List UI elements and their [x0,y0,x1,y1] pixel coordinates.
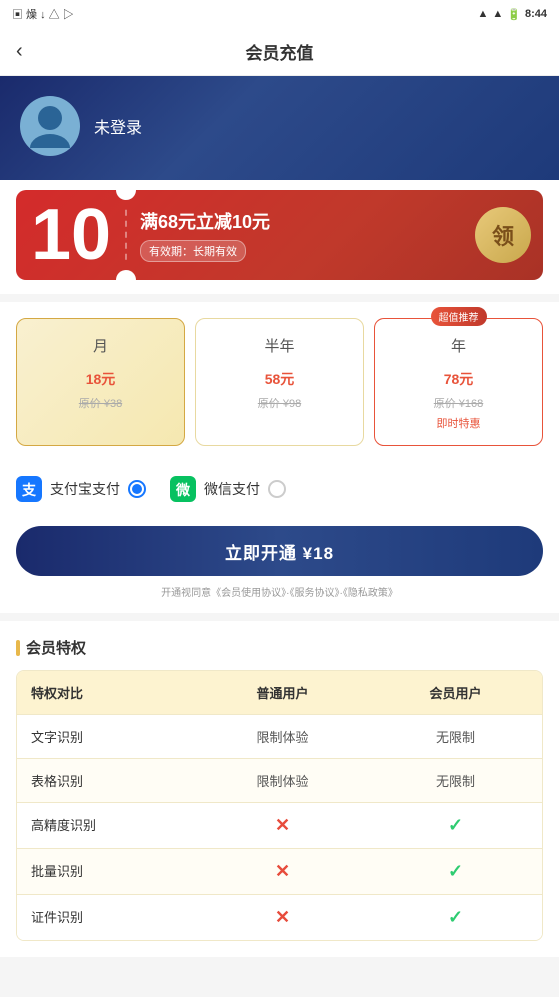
normal-value: ✕ [196,803,369,848]
cta-section: 立即开通 ¥18 开通视同意《会员使用协议》·《服务协议》·《隐私政策》 [0,516,559,613]
app-icons: ▣ 燥 ↓ △ ▷ [12,6,74,22]
page-header: ‹ 会员充值 [0,28,559,76]
cross-icon: ✕ [275,815,290,835]
status-right-info: ▲ ▲ 🔋 8:44 [477,8,547,21]
plans-row: 月 18元 原价 ¥38 半年 58元 原价 ¥98 超值推荐 年 78元 原价… [16,318,543,446]
plan-year-period: 年 [385,335,532,356]
feature-label: 文字识别 [17,715,196,758]
payment-section: 支 支付宝支付 微 微信支付 [0,462,559,516]
status-left-icons: ▣ 燥 ↓ △ ▷ [12,6,74,22]
svg-text:微: 微 [175,482,191,498]
alipay-option[interactable]: 支 支付宝支付 [16,476,146,502]
wechat-label: 微信支付 [204,479,260,499]
normal-value: 限制体验 [196,759,369,802]
plan-halfyear[interactable]: 半年 58元 原价 ¥98 [195,318,364,446]
coupon-amount-area: 10 [16,199,126,271]
check-icon: ✓ [448,815,463,835]
check-icon: ✓ [448,907,463,927]
wechat-icon: 微 [170,476,196,502]
wechat-radio[interactable] [268,480,286,498]
table-row: 高精度识别 ✕ ✓ [17,803,542,849]
vip-value: 无限制 [369,759,542,802]
plan-year[interactable]: 超值推荐 年 78元 原价 ¥168 即时特惠 [374,318,543,446]
claim-button[interactable]: 领 [475,207,531,263]
user-section: 未登录 [0,76,559,180]
feature-label: 表格识别 [17,759,196,802]
table-row: 证件识别 ✕ ✓ [17,895,542,940]
col-header-vip: 会员用户 [369,671,542,714]
svg-text:支: 支 [21,482,37,498]
plan-month-original: 原价 ¥38 [27,395,174,411]
coupon-info: 满68元立减10元 有效期：长期有效 [126,200,463,270]
privileges-section: 会员特权 特权对比 普通用户 会员用户 文字识别 限制体验 无限制 表格识别 限… [0,621,559,957]
back-button[interactable]: ‹ [16,40,23,63]
page-title: 会员充值 [246,39,314,64]
plan-month[interactable]: 月 18元 原价 ¥38 [16,318,185,446]
coupon-card[interactable]: 10 满68元立减10元 有效期：长期有效 领 [16,190,543,280]
privileges-table: 特权对比 普通用户 会员用户 文字识别 限制体验 无限制 表格识别 限制体验 无… [16,670,543,941]
plan-year-original: 原价 ¥168 [385,395,532,411]
cta-agreement: 开通视同意《会员使用协议》·《服务协议》·《隐私政策》 [16,584,543,599]
vip-value: 无限制 [369,715,542,758]
col-header-feature: 特权对比 [17,671,196,714]
recommended-badge: 超值推荐 [431,307,487,326]
feature-label: 高精度识别 [17,803,196,848]
privileges-title: 会员特权 [16,637,543,658]
alipay-icon: 支 [16,476,42,502]
wechat-option[interactable]: 微 微信支付 [170,476,286,502]
table-row: 批量识别 ✕ ✓ [17,849,542,895]
normal-value: ✕ [196,895,369,940]
table-row: 表格识别 限制体验 无限制 [17,759,542,803]
cross-icon: ✕ [275,861,290,881]
plan-year-tag: 即时特惠 [385,415,532,431]
clock: 8:44 [525,8,547,20]
feature-label: 证件识别 [17,895,196,940]
plan-year-price: 78元 [385,360,532,391]
normal-value: ✕ [196,849,369,894]
status-bar: ▣ 燥 ↓ △ ▷ ▲ ▲ 🔋 8:44 [0,0,559,28]
alipay-radio[interactable] [128,480,146,498]
cross-icon: ✕ [275,907,290,927]
cta-button[interactable]: 立即开通 ¥18 [16,526,543,576]
wifi-icon: ▲ [492,8,503,20]
alipay-label: 支付宝支付 [50,479,120,499]
avatar[interactable] [20,96,80,156]
battery-icon: 🔋 [507,8,521,21]
plans-section: 月 18元 原价 ¥38 半年 58元 原价 ¥98 超值推荐 年 78元 原价… [0,302,559,462]
coupon-notch-bottom [116,270,136,280]
coupon-title: 满68元立减10元 [140,208,449,234]
vip-value: ✓ [369,803,542,848]
user-name: 未登录 [94,114,142,138]
signal-icon: ▲ [477,8,488,20]
plan-halfyear-price: 58元 [206,360,353,391]
user-info: 未登录 [94,114,142,138]
normal-value: 限制体验 [196,715,369,758]
coupon-claim-area: 领 [463,207,543,263]
plan-month-price: 18元 [27,360,174,391]
table-row: 文字识别 限制体验 无限制 [17,715,542,759]
plan-halfyear-period: 半年 [206,335,353,356]
coupon-section: 10 满68元立减10元 有效期：长期有效 领 [0,180,559,294]
vip-value: ✓ [369,849,542,894]
feature-label: 批量识别 [17,849,196,894]
table-header-row: 特权对比 普通用户 会员用户 [17,671,542,715]
col-header-normal: 普通用户 [196,671,369,714]
avatar-icon [30,104,70,148]
check-icon: ✓ [448,861,463,881]
coupon-amount: 10 [31,199,111,271]
plan-month-period: 月 [27,335,174,356]
vip-value: ✓ [369,895,542,940]
coupon-validity: 有效期：长期有效 [140,240,246,262]
plan-halfyear-original: 原价 ¥98 [206,395,353,411]
